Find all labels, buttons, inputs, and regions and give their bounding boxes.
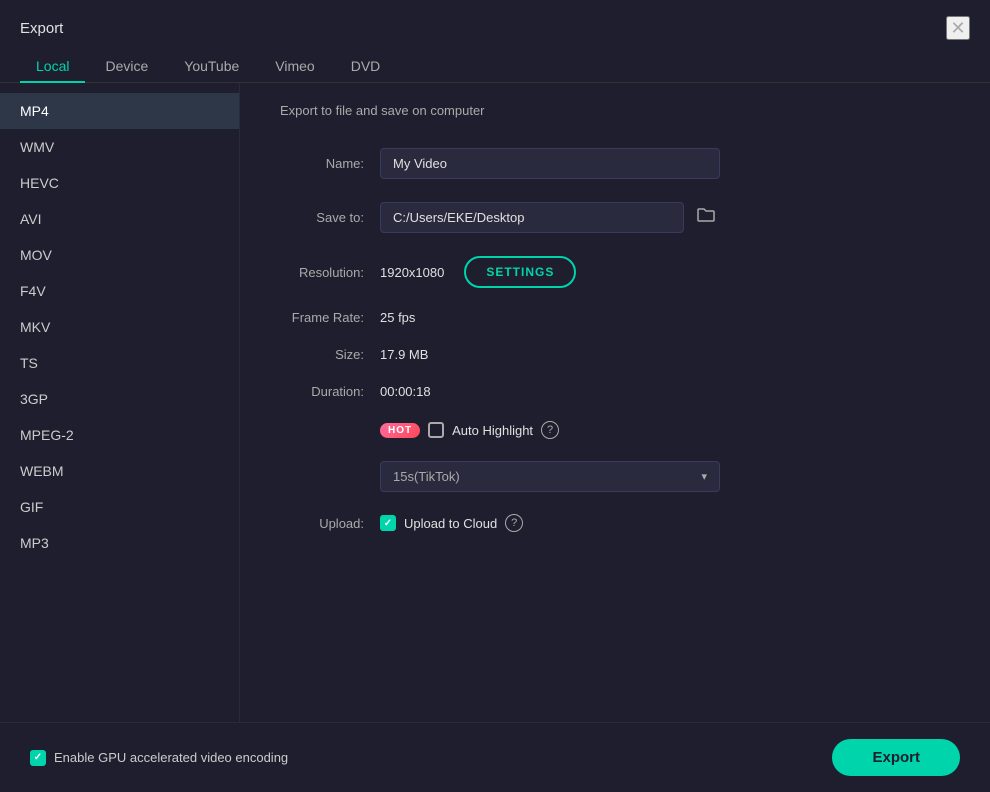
title-bar: Export ✕ [0, 0, 990, 50]
upload-to-cloud-label: Upload to Cloud [404, 516, 497, 531]
chevron-down-icon: ▾ [701, 470, 707, 483]
sidebar-item-ts[interactable]: TS [0, 345, 239, 381]
name-label: Name: [280, 156, 380, 171]
settings-panel: Export to file and save on computer Name… [240, 83, 990, 722]
duration-row: Duration: 00:00:18 [280, 384, 950, 399]
upload-label: Upload: [280, 516, 380, 531]
frame-rate-value: 25 fps [380, 310, 415, 325]
dialog-title: Export [20, 20, 63, 37]
save-to-row: Save to: [280, 201, 950, 234]
sidebar-item-mp3[interactable]: MP3 [0, 525, 239, 561]
size-value: 17.9 MB [380, 347, 428, 362]
export-button[interactable]: Export [832, 739, 960, 776]
save-to-label: Save to: [280, 210, 380, 225]
export-description: Export to file and save on computer [280, 103, 950, 118]
auto-highlight-row: HOT Auto Highlight ? [280, 421, 950, 439]
sidebar-item-hevc[interactable]: HEVC [0, 165, 239, 201]
gpu-row: Enable GPU accelerated video encoding [30, 750, 288, 766]
frame-rate-row: Frame Rate: 25 fps [280, 310, 950, 325]
main-content: MP4 WMV HEVC AVI MOV F4V MKV TS 3GP MPEG… [0, 83, 990, 722]
auto-highlight-label: Auto Highlight [452, 423, 533, 438]
format-sidebar: MP4 WMV HEVC AVI MOV F4V MKV TS 3GP MPEG… [0, 83, 240, 722]
sidebar-item-f4v[interactable]: F4V [0, 273, 239, 309]
browse-folder-button[interactable] [692, 201, 720, 234]
resolution-value: 1920x1080 [380, 265, 444, 280]
name-input[interactable] [380, 148, 720, 179]
gpu-checkbox[interactable] [30, 750, 46, 766]
resolution-row: Resolution: 1920x1080 SETTINGS [280, 256, 950, 288]
auto-highlight-container: HOT Auto Highlight ? [380, 421, 559, 439]
gpu-label: Enable GPU accelerated video encoding [54, 750, 288, 765]
upload-container: Upload to Cloud ? [380, 514, 523, 532]
name-row: Name: [280, 148, 950, 179]
tab-device[interactable]: Device [89, 50, 164, 82]
upload-row: Upload: Upload to Cloud ? [280, 514, 950, 532]
upload-to-cloud-checkbox[interactable] [380, 515, 396, 531]
sidebar-item-avi[interactable]: AVI [0, 201, 239, 237]
tab-youtube[interactable]: YouTube [168, 50, 255, 82]
sidebar-item-mov[interactable]: MOV [0, 237, 239, 273]
close-button[interactable]: ✕ [946, 16, 970, 40]
tiktok-option-label: 15s(TikTok) [393, 469, 460, 484]
resolution-container: 1920x1080 SETTINGS [380, 256, 576, 288]
upload-help-icon[interactable]: ? [505, 514, 523, 532]
sidebar-item-webm[interactable]: WEBM [0, 453, 239, 489]
size-row: Size: 17.9 MB [280, 347, 950, 362]
sidebar-item-wmv[interactable]: WMV [0, 129, 239, 165]
sidebar-item-mpeg2[interactable]: MPEG-2 [0, 417, 239, 453]
duration-label: Duration: [280, 384, 380, 399]
sidebar-item-3gp[interactable]: 3GP [0, 381, 239, 417]
resolution-label: Resolution: [280, 265, 380, 280]
sidebar-item-mp4[interactable]: MP4 [0, 93, 239, 129]
auto-highlight-help-icon[interactable]: ? [541, 421, 559, 439]
save-to-input[interactable] [380, 202, 684, 233]
sidebar-item-mkv[interactable]: MKV [0, 309, 239, 345]
tab-local[interactable]: Local [20, 50, 85, 82]
auto-highlight-checkbox[interactable] [428, 422, 444, 438]
save-to-container [380, 201, 720, 234]
sidebar-item-gif[interactable]: GIF [0, 489, 239, 525]
duration-value: 00:00:18 [380, 384, 431, 399]
hot-badge: HOT [380, 423, 420, 438]
tiktok-dropdown[interactable]: 15s(TikTok) ▾ [380, 461, 720, 492]
export-dialog: Export ✕ Local Device YouTube Vimeo DVD … [0, 0, 990, 792]
settings-button[interactable]: SETTINGS [464, 256, 576, 288]
bottom-bar: Enable GPU accelerated video encoding Ex… [0, 722, 990, 792]
frame-rate-label: Frame Rate: [280, 310, 380, 325]
tab-vimeo[interactable]: Vimeo [259, 50, 330, 82]
tab-bar: Local Device YouTube Vimeo DVD [0, 50, 990, 83]
size-label: Size: [280, 347, 380, 362]
tiktok-row: 15s(TikTok) ▾ [280, 461, 950, 492]
tab-dvd[interactable]: DVD [335, 50, 397, 82]
